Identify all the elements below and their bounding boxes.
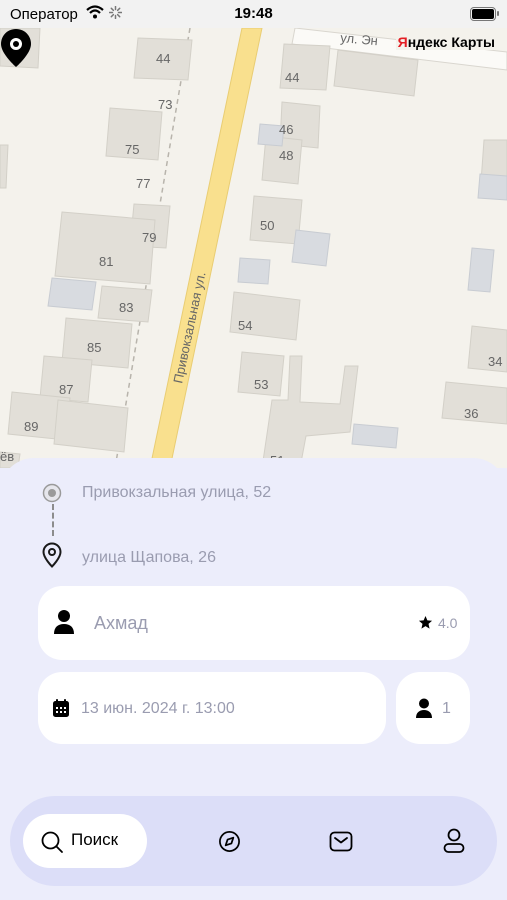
passenger-count: 1 xyxy=(442,700,451,717)
profile-icon[interactable] xyxy=(443,828,465,854)
house-number: 54 xyxy=(238,318,252,333)
house-number: 50 xyxy=(260,218,274,233)
street-label-left: ёв xyxy=(0,449,14,464)
destination-pin-icon xyxy=(42,542,62,568)
house-number: 53 xyxy=(254,377,268,392)
house-number: 36 xyxy=(464,406,478,421)
search-icon xyxy=(41,831,63,853)
house-number: 46 xyxy=(279,122,293,137)
clock: 19:48 xyxy=(234,5,273,22)
star-icon xyxy=(418,615,433,629)
map-brand-logo: Яндекс Карты xyxy=(395,34,497,50)
house-number: 79 xyxy=(142,230,156,245)
house-number: 87 xyxy=(59,382,73,397)
route-from[interactable]: Привокзальная улица, 52 xyxy=(82,484,271,502)
map-pin-icon[interactable] xyxy=(0,28,32,68)
house-number: 34 xyxy=(488,354,502,369)
status-bar: Оператор 19:48 xyxy=(0,0,507,28)
house-number: 83 xyxy=(119,300,133,315)
house-number: 89 xyxy=(24,419,38,434)
driver-avatar-icon xyxy=(54,610,74,634)
house-number: 73 xyxy=(158,97,172,112)
route-to[interactable]: улица Щапова, 26 xyxy=(82,549,216,567)
house-number: 75 xyxy=(125,142,139,157)
house-number: 85 xyxy=(87,340,101,355)
driver-name: Ахмад xyxy=(94,613,148,633)
bottom-nav: Поиск xyxy=(10,796,497,886)
driver-rating: 4.0 xyxy=(438,615,458,631)
battery-icon xyxy=(470,7,499,21)
house-number: 81 xyxy=(99,254,113,269)
house-number: 77 xyxy=(136,176,150,191)
mail-icon[interactable] xyxy=(329,830,353,853)
route-connector xyxy=(52,504,54,536)
house-number: 44 xyxy=(156,51,170,66)
calendar-icon xyxy=(53,699,69,717)
passenger-icon xyxy=(416,698,432,718)
house-number: 44 xyxy=(285,70,299,85)
nav-search-label: Поиск xyxy=(71,830,119,849)
passengers-card[interactable] xyxy=(396,672,470,744)
origin-dot-icon xyxy=(42,483,62,503)
compass-icon[interactable] xyxy=(218,830,241,853)
trip-datetime: 13 июн. 2024 г. 13:00 xyxy=(81,700,235,717)
map-view[interactable]: ул. Эн Привокзальная ул. 44 73 75 77 79 … xyxy=(0,28,507,468)
map-canvas[interactable]: ул. Эн Привокзальная ул. 44 73 75 77 79 … xyxy=(0,28,507,468)
nav-search-tab[interactable]: Поиск xyxy=(23,814,147,868)
house-number: 48 xyxy=(279,148,293,163)
